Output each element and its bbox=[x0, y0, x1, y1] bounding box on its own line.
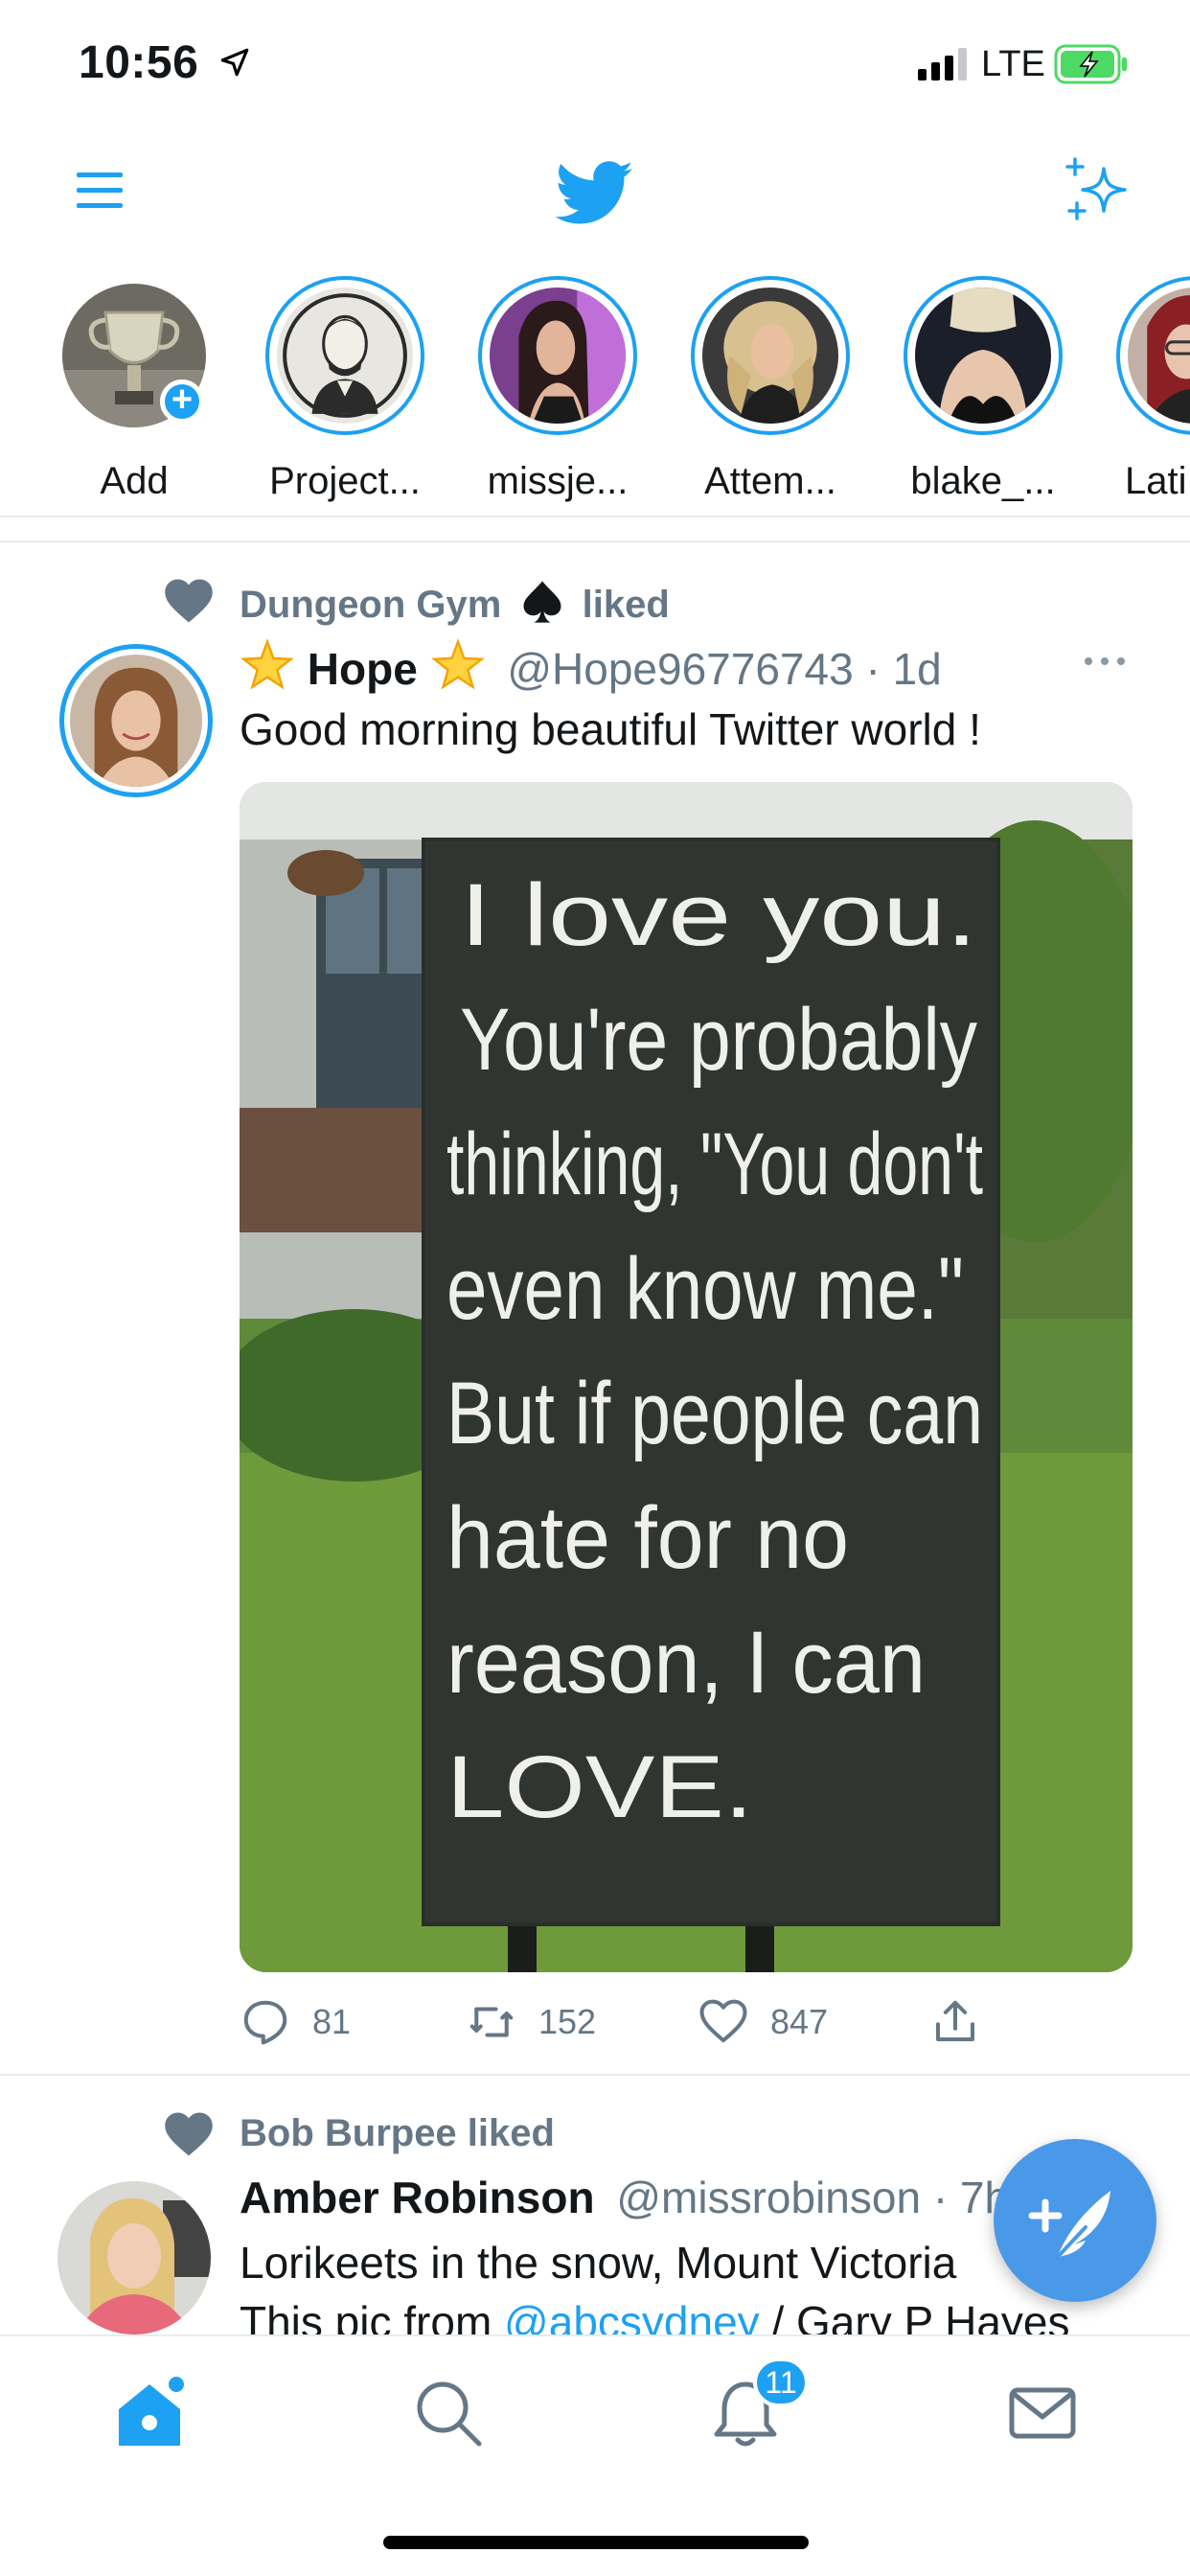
fleets-row: + Add Project... missje... Attem... blak… bbox=[0, 268, 1190, 518]
signal-strength-icon bbox=[918, 48, 967, 80]
divider bbox=[0, 2074, 1190, 2076]
fleet-label: Attem... bbox=[704, 460, 836, 502]
fleet-item[interactable]: blake_... bbox=[897, 276, 1069, 503]
heart-filled-icon bbox=[165, 579, 213, 623]
fleet-label: missje... bbox=[487, 460, 629, 502]
top-nav-bar bbox=[0, 125, 1190, 259]
retweet-button[interactable]: 152 bbox=[466, 1993, 596, 2051]
location-arrow-icon bbox=[220, 48, 249, 77]
fleet-label: Lati bbox=[1125, 460, 1187, 502]
svg-text:I love you.: I love you. bbox=[460, 866, 977, 964]
more-options-icon[interactable] bbox=[1083, 652, 1127, 671]
like-count: 847 bbox=[770, 2002, 829, 2041]
reply-button[interactable]: 81 bbox=[240, 1993, 351, 2051]
fleet-item[interactable]: Project... bbox=[259, 276, 431, 503]
profile-photo bbox=[70, 655, 202, 787]
status-time: 10:56 bbox=[79, 37, 199, 88]
add-fleet-plus-icon[interactable]: + bbox=[160, 380, 204, 424]
tweet-author-avatar[interactable] bbox=[57, 2181, 211, 2334]
share-button[interactable] bbox=[929, 1993, 981, 2051]
fleet-label: Project... bbox=[269, 460, 421, 502]
svg-text:But if people can: But if people can bbox=[446, 1365, 983, 1462]
tweet-text: Good morning beautiful Twitter world ! bbox=[240, 704, 981, 754]
status-bar: 10:56 LTE bbox=[0, 0, 1190, 125]
home-indicator[interactable] bbox=[383, 2536, 809, 2549]
star-emoji-icon bbox=[430, 638, 485, 690]
retweet-count: 152 bbox=[538, 2002, 597, 2041]
svg-text:LOVE.: LOVE. bbox=[446, 1738, 753, 1836]
fleet-item[interactable]: Attem... bbox=[684, 276, 857, 503]
retweet-icon bbox=[469, 2007, 514, 2037]
network-type: LTE bbox=[981, 44, 1045, 84]
search-icon[interactable] bbox=[410, 2375, 487, 2451]
star-emoji-icon bbox=[240, 638, 294, 690]
avatar bbox=[915, 288, 1051, 424]
social-context-suffix: liked bbox=[582, 584, 670, 626]
compose-quill-icon bbox=[1028, 2191, 1110, 2260]
profile-photo bbox=[915, 288, 1051, 424]
svg-text:hate for no: hate for no bbox=[446, 1489, 849, 1587]
social-context[interactable]: Dungeon Gym liked bbox=[240, 577, 670, 627]
avatar bbox=[490, 288, 626, 424]
profile-photo bbox=[702, 288, 838, 424]
tweet-author-avatar[interactable] bbox=[59, 644, 213, 797]
social-context-user[interactable]: Dungeon Gym bbox=[240, 584, 501, 626]
battery-charging-icon bbox=[1054, 44, 1127, 84]
tweet-timestamp: · 1d bbox=[865, 644, 942, 694]
notification-count-badge: 11 bbox=[753, 2358, 809, 2407]
tweet-header: Amber Robinson @missrobinson · 7h bbox=[240, 2172, 1009, 2223]
social-context[interactable]: Bob Burpee liked bbox=[240, 2112, 555, 2155]
tweet-author-name[interactable]: Amber Robinson bbox=[240, 2173, 595, 2222]
home-icon[interactable] bbox=[111, 2375, 188, 2451]
divider bbox=[0, 540, 1190, 542]
tweet-header: Hope @Hope96776743 · 1d bbox=[240, 638, 942, 695]
heart-filled-icon bbox=[165, 2112, 213, 2156]
profile-photo bbox=[1128, 288, 1190, 424]
share-icon bbox=[935, 2000, 975, 2042]
tweet-media-image[interactable]: I love you. You're probably thinking, "Y… bbox=[240, 782, 1133, 1972]
reply-icon bbox=[243, 2000, 287, 2045]
svg-text:even know me.": even know me." bbox=[446, 1240, 964, 1338]
reply-count: 81 bbox=[312, 2002, 352, 2041]
fleet-item[interactable]: Lati bbox=[1110, 276, 1190, 503]
like-button[interactable]: 847 bbox=[698, 1993, 828, 2051]
tweet-author-handle[interactable]: @Hope96776743 bbox=[507, 644, 853, 694]
fleet-label: blake_... bbox=[910, 460, 1056, 502]
spade-icon bbox=[523, 581, 561, 623]
sparkle-icon[interactable] bbox=[1062, 155, 1133, 226]
fleet-add[interactable]: + Add bbox=[48, 276, 220, 503]
profile-photo bbox=[57, 2181, 211, 2334]
avatar bbox=[277, 288, 413, 424]
twitter-bird-icon[interactable] bbox=[556, 153, 634, 232]
svg-text:thinking, "You don't: thinking, "You don't bbox=[446, 1116, 983, 1213]
svg-text:You're probably: You're probably bbox=[460, 991, 977, 1089]
svg-text:reason, I can: reason, I can bbox=[446, 1614, 926, 1712]
tweet-text-line: Lorikeets in the snow, Mount Victoria bbox=[240, 2238, 957, 2288]
fleet-item[interactable]: missje... bbox=[471, 276, 644, 503]
compose-tweet-button[interactable] bbox=[994, 2139, 1156, 2302]
tweet-actions: 81 152 847 bbox=[240, 1993, 1102, 2051]
messages-envelope-icon[interactable] bbox=[1004, 2375, 1081, 2451]
profile-photo bbox=[490, 288, 626, 424]
tweet-author-name[interactable]: Hope bbox=[308, 644, 418, 694]
avatar bbox=[702, 288, 838, 424]
lincoln-avatar-image bbox=[277, 288, 413, 424]
avatar bbox=[1128, 288, 1190, 424]
fleet-label: Add bbox=[100, 460, 169, 502]
hamburger-menu-icon[interactable] bbox=[75, 165, 126, 217]
tweet-author-handle[interactable]: @missrobinson bbox=[616, 2173, 921, 2222]
heart-outline-icon bbox=[699, 1999, 747, 2043]
